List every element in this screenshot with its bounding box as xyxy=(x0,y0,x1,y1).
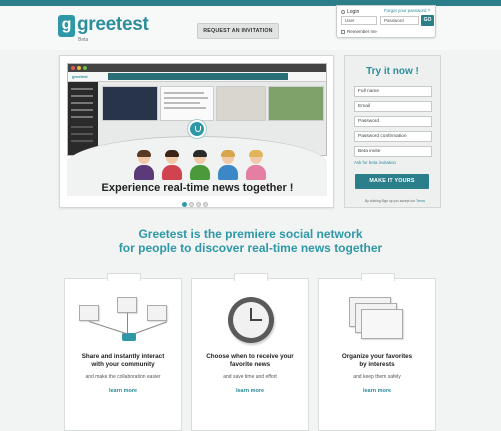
stacked-pages-icon xyxy=(319,289,437,345)
radio-icon xyxy=(341,10,345,14)
feature-card-share: Share and instantly interact with your c… xyxy=(64,273,183,431)
pager-dot[interactable] xyxy=(182,202,187,207)
tagline-line-2: for people to discover real-time news to… xyxy=(118,241,383,255)
tagline-line-1: Greetest is the premiere social network xyxy=(138,227,363,241)
password-input[interactable]: Password xyxy=(380,16,419,25)
beta-invite-field[interactable]: Beta invite xyxy=(354,146,432,157)
carousel-pager xyxy=(182,202,208,207)
login-panel: Login Forgot your password ? User Passwo… xyxy=(336,5,436,38)
feature-title-line-2: with your community xyxy=(91,361,155,368)
logo-text: greetest xyxy=(77,14,149,35)
page: g greetest Beta REQUEST AN INVITATION Lo… xyxy=(0,0,501,431)
avatar-person-2 xyxy=(161,150,183,181)
feature-title-line-2: by interests xyxy=(359,361,395,368)
remember-label: Remember me xyxy=(347,29,377,34)
feature-subtitle: and keep them safely xyxy=(353,374,401,380)
terms-note: By clicking Sign up you accept our Terms xyxy=(351,199,439,203)
login-label: Login xyxy=(347,9,360,15)
forgot-password-link[interactable]: Forgot your password ? xyxy=(384,8,430,13)
feature-title-line-1: Choose when to receive your xyxy=(206,353,294,360)
email-field[interactable]: Email xyxy=(354,101,432,112)
feature-title: Share and instantly interact with your c… xyxy=(65,353,181,369)
clock-icon xyxy=(192,289,310,345)
learn-more-link[interactable]: learn more xyxy=(65,388,181,394)
terms-link[interactable]: Terms xyxy=(416,199,425,203)
logo-icon: g xyxy=(58,15,75,37)
window-titlebar xyxy=(68,64,326,72)
feature-title-line-1: Organize your favorites xyxy=(341,353,413,360)
feature-title-line-2: favorite news xyxy=(229,361,271,368)
pager-dot[interactable] xyxy=(196,202,201,207)
user-input[interactable]: User xyxy=(341,16,377,25)
feature-title: Organize your favorites by interests xyxy=(319,353,435,369)
feature-title-line-1: Share and instantly interact xyxy=(81,353,165,360)
full-name-field[interactable]: Full name xyxy=(354,86,432,97)
password-field[interactable]: Password xyxy=(354,116,432,127)
beta-label: Beta xyxy=(78,37,89,43)
card-tab xyxy=(234,273,268,281)
card-tab xyxy=(361,273,395,281)
feature-title: Choose when to receive your favorite new… xyxy=(192,353,308,369)
screenshot-logo: greetest xyxy=(72,74,88,79)
avatar-person-4 xyxy=(217,150,239,181)
tagline: Greetest is the premiere social network … xyxy=(0,227,501,255)
news-tile-portrait xyxy=(216,86,266,121)
smile-badge-icon xyxy=(188,120,206,138)
pager-dot[interactable] xyxy=(203,202,208,207)
hero-panel: greetest Experience real-time news toget… xyxy=(59,55,334,208)
learn-more-link[interactable]: learn more xyxy=(192,388,308,394)
feature-subtitle: and make the collaboration easier xyxy=(85,374,161,380)
learn-more-link[interactable]: learn more xyxy=(319,388,435,394)
password-confirmation-field[interactable]: Password confirmation xyxy=(354,131,432,142)
make-it-yours-button[interactable]: MAKE IT YOURS xyxy=(355,174,429,189)
screenshot-nav xyxy=(108,73,288,80)
avatar-person-5 xyxy=(245,150,267,181)
signup-title: Try it now ! xyxy=(366,66,419,77)
news-tile-landscape xyxy=(268,86,324,121)
terms-text: By clicking Sign up you accept our xyxy=(364,199,416,203)
ask-beta-invitation-link[interactable]: Ask for beta invitation xyxy=(354,160,396,165)
signup-panel: Try it now ! Full name Email Password Pa… xyxy=(344,55,441,208)
network-icon xyxy=(65,289,183,345)
logo[interactable]: g greetest Beta xyxy=(58,14,149,43)
screenshot-sidebar xyxy=(68,82,98,155)
remember-me[interactable]: Remember me xyxy=(341,29,377,34)
login-toggle[interactable]: Login xyxy=(341,9,359,15)
hero-title: Experience real-time news together ! xyxy=(101,182,294,194)
card-tab xyxy=(107,273,141,281)
pager-dot[interactable] xyxy=(189,202,194,207)
feature-card-organize: Organize your favorites by interests and… xyxy=(318,273,437,431)
news-tile xyxy=(160,86,214,121)
checkbox-icon[interactable] xyxy=(341,29,345,34)
avatar-person-3 xyxy=(189,150,211,181)
feature-card-schedule: Choose when to receive your favorite new… xyxy=(191,273,310,431)
go-button[interactable]: GO xyxy=(421,15,434,26)
news-tile-image xyxy=(102,86,158,121)
request-invitation-button[interactable]: REQUEST AN INVITATION xyxy=(197,23,279,39)
feature-subtitle: and save time and effort xyxy=(223,374,277,380)
avatar-person-1 xyxy=(133,150,155,181)
screenshot-header: greetest xyxy=(68,72,326,82)
